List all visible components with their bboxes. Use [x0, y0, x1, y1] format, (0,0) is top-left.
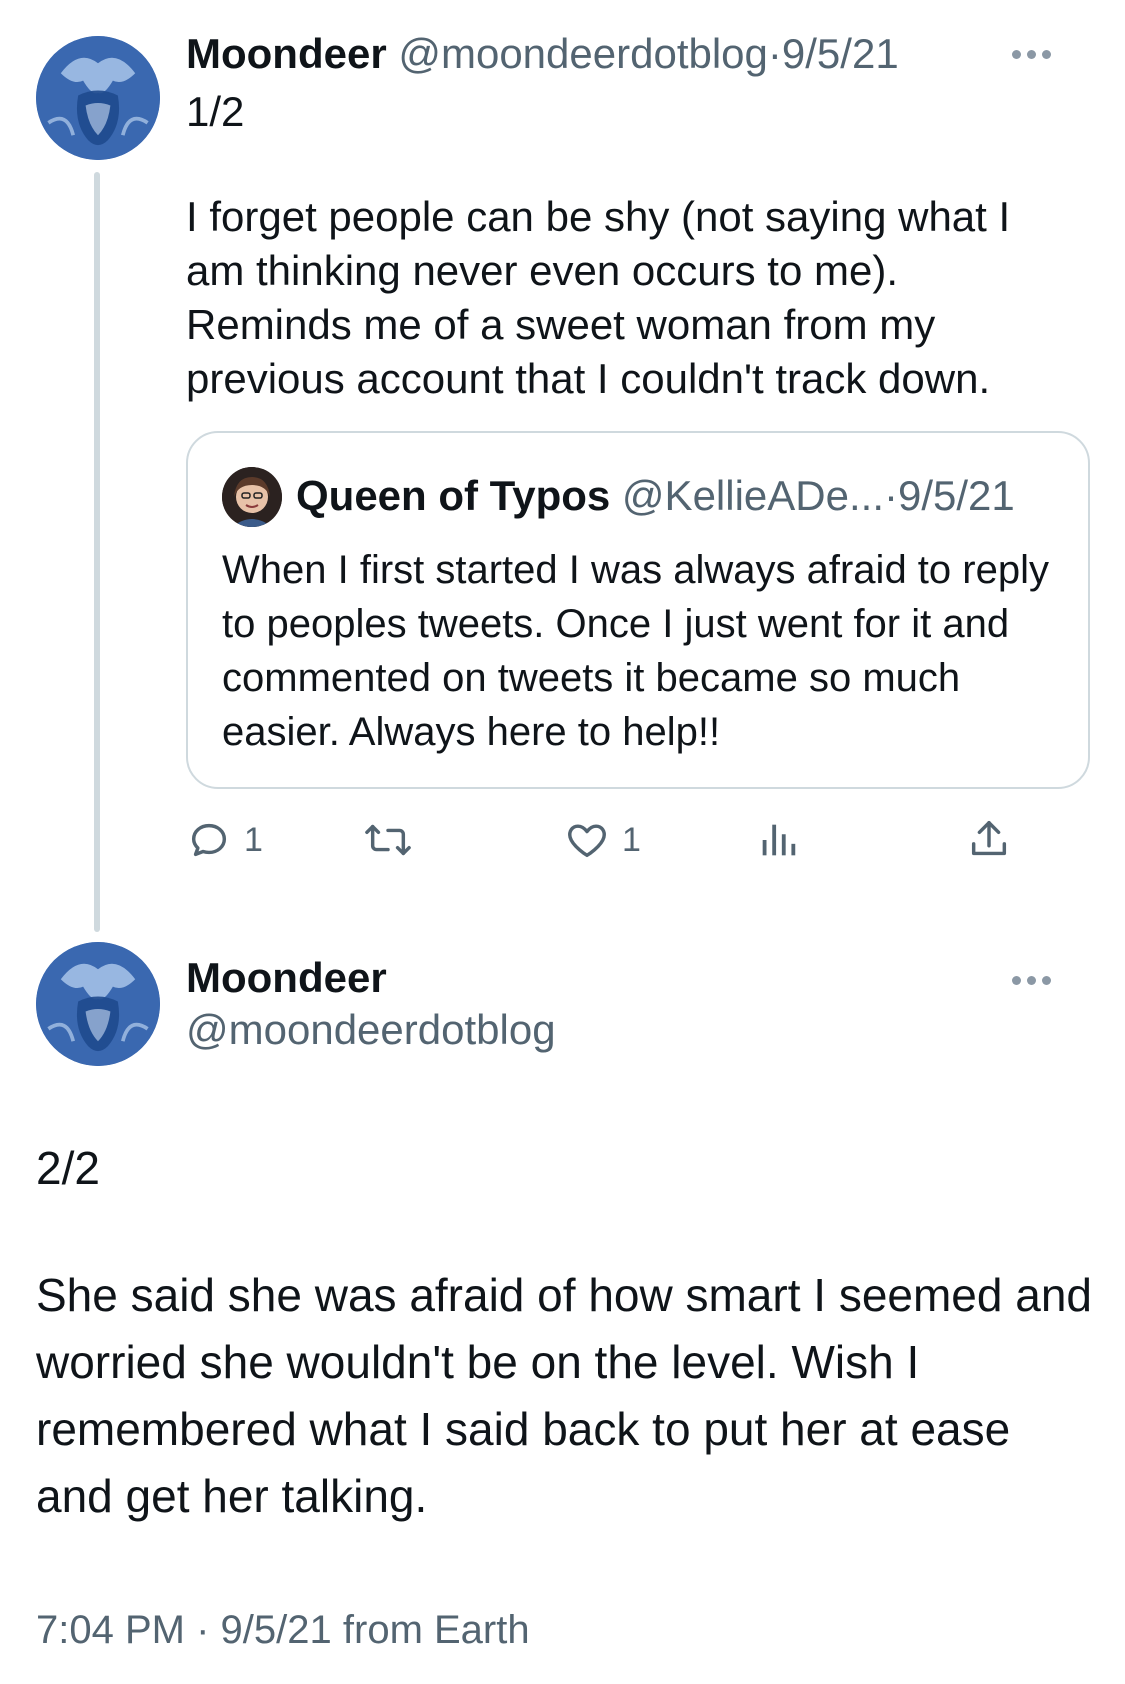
quoted-avatar-image [222, 467, 282, 527]
like-count: 1 [622, 820, 641, 859]
author-name[interactable]: Moondeer [186, 952, 387, 1004]
quoted-tweet-card[interactable]: Queen of Typos @KellieADe...·9/5/21 When… [186, 431, 1090, 789]
tweet-header: Moondeer @moondeerdotblog·9/5/21 [186, 28, 899, 80]
avatar[interactable] [36, 942, 160, 1066]
like-button[interactable]: 1 [564, 812, 641, 868]
reply-button[interactable]: 1 [186, 812, 263, 868]
quoted-tweet-text: When I first started I was always afraid… [222, 548, 1049, 754]
avatar[interactable] [36, 36, 160, 160]
tweet-date[interactable]: 9/5/21 [221, 1608, 332, 1652]
avatar-image [36, 942, 160, 1066]
author-handle[interactable]: @moondeerdotblog [186, 1004, 556, 1056]
share-button[interactable] [966, 812, 1012, 868]
quoted-tweet-date: 9/5/21 [898, 472, 1015, 519]
tweet-action-bar: 1 1 [186, 812, 1090, 868]
views-button[interactable] [758, 812, 810, 868]
thread-counter: 1/2 [186, 88, 245, 135]
reply-icon [191, 823, 227, 857]
tweet-time[interactable]: 7:04 PM [36, 1608, 185, 1652]
separator-dot: · [884, 472, 898, 519]
quoted-author-name: Queen of Typos [296, 472, 611, 519]
tweet-source: from Earth [342, 1608, 530, 1652]
retweet-button[interactable] [362, 812, 426, 868]
tweet-date[interactable]: 9/5/21 [782, 30, 899, 77]
tweet-text: She said she was afraid of how smart I s… [36, 1269, 1093, 1522]
thread-connector-line [94, 172, 100, 932]
more-options-icon[interactable] [1012, 970, 1051, 990]
author-handle[interactable]: @moondeerdotblog [398, 30, 768, 77]
tweet-text: I forget people can be shy (not saying w… [186, 193, 1011, 402]
quoted-tweet-header: Queen of Typos @KellieADe...·9/5/21 [296, 469, 1015, 523]
avatar-image [36, 36, 160, 160]
retweet-icon [365, 824, 411, 856]
separator-dot: · [767, 30, 782, 77]
separator-dot: · [196, 1608, 210, 1652]
more-options-icon[interactable] [1012, 44, 1051, 64]
heart-icon [568, 824, 606, 858]
reply-count: 1 [244, 820, 263, 859]
quoted-avatar[interactable] [222, 467, 282, 527]
quoted-author-handle: @KellieADe... [621, 472, 884, 519]
author-name[interactable]: Moondeer [186, 30, 387, 77]
tweet-metadata: 7:04 PM · 9/5/21 from Earth [36, 1604, 530, 1656]
share-icon [971, 821, 1007, 856]
thread-counter: 2/2 [36, 1142, 100, 1194]
analytics-icon [762, 824, 796, 856]
